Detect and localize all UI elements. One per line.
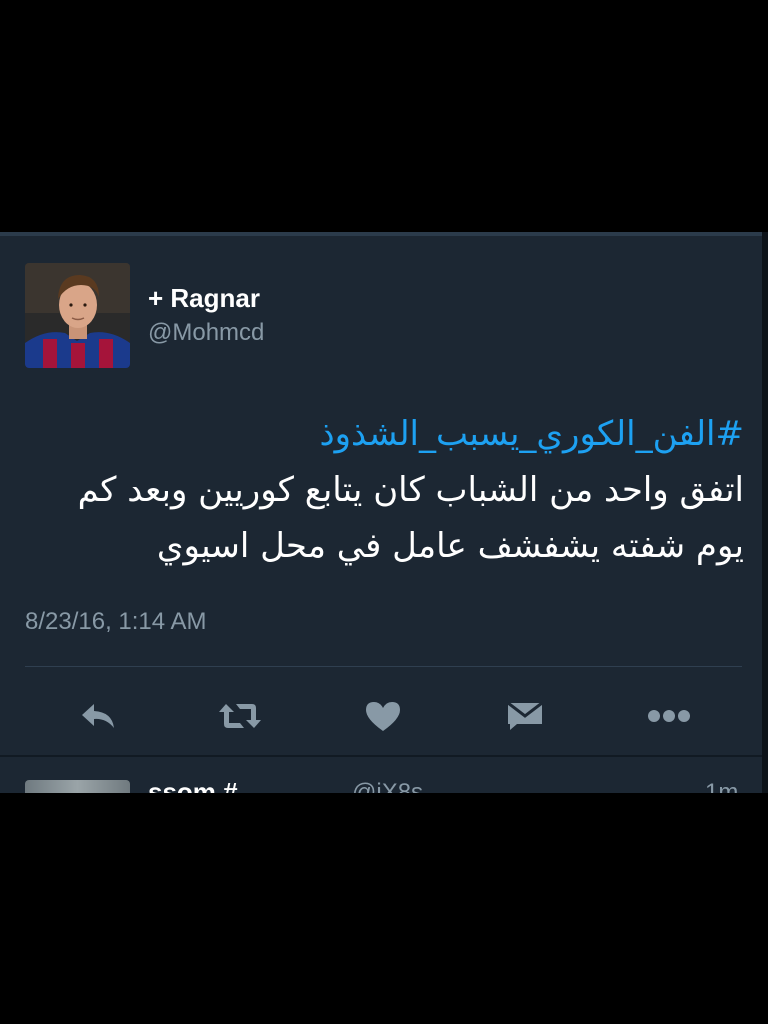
like-button[interactable] [357,691,409,741]
tweet-separator [0,755,762,757]
reply-button[interactable] [72,691,124,741]
reply-icon [82,704,114,728]
user-handle[interactable]: @Mohmcd [148,319,264,347]
letterbox-top [0,0,768,232]
more-options-button[interactable] [643,691,695,741]
display-name[interactable]: + Ragnar [148,283,260,314]
tweet-timestamp: 8/23/16, 1:14 AM [25,608,207,635]
tweet-text-line-2: يوم شفته يشفشف عامل في محل اسيوي [156,526,744,566]
tweet-detail: + Ragnar @Mohmcd #الفن_الكوري_يسبب_الشذو… [0,236,762,756]
retweet-icon [219,704,261,728]
twitter-screen: + Ragnar @Mohmcd #الفن_الكوري_يسبب_الشذو… [0,232,768,793]
hashtag-link[interactable]: #الفن_الكوري_يسبب_الشذوذ [30,406,744,462]
direct-message-icon [507,701,543,730]
right-edge-bar [762,232,768,793]
tweet-text-line-1: اتفق واحد من الشباب كان يتابع كوريين وبع… [77,470,744,510]
letterbox-bottom [0,793,768,1024]
next-tweet-display-name[interactable]: ssom ‫#‬ [148,777,238,793]
next-tweet-time: 1m [705,779,739,793]
actions-divider [25,666,742,667]
direct-message-button[interactable] [499,691,551,741]
avatar-photo-icon [25,263,130,368]
like-heart-icon [366,702,400,731]
avatar[interactable] [25,263,130,368]
next-tweet-handle[interactable]: @iX8s [352,779,423,793]
tweet-actions-bar [0,691,762,741]
more-options-icon [648,710,690,722]
next-tweet-preview[interactable]: ssom ‫#‬ @iX8s 1m [0,759,762,793]
retweet-button[interactable] [214,691,266,741]
next-tweet-avatar[interactable] [25,780,130,793]
tweet-text: #الفن_الكوري_يسبب_الشذوذ اتفق واحد من ال… [30,406,744,574]
